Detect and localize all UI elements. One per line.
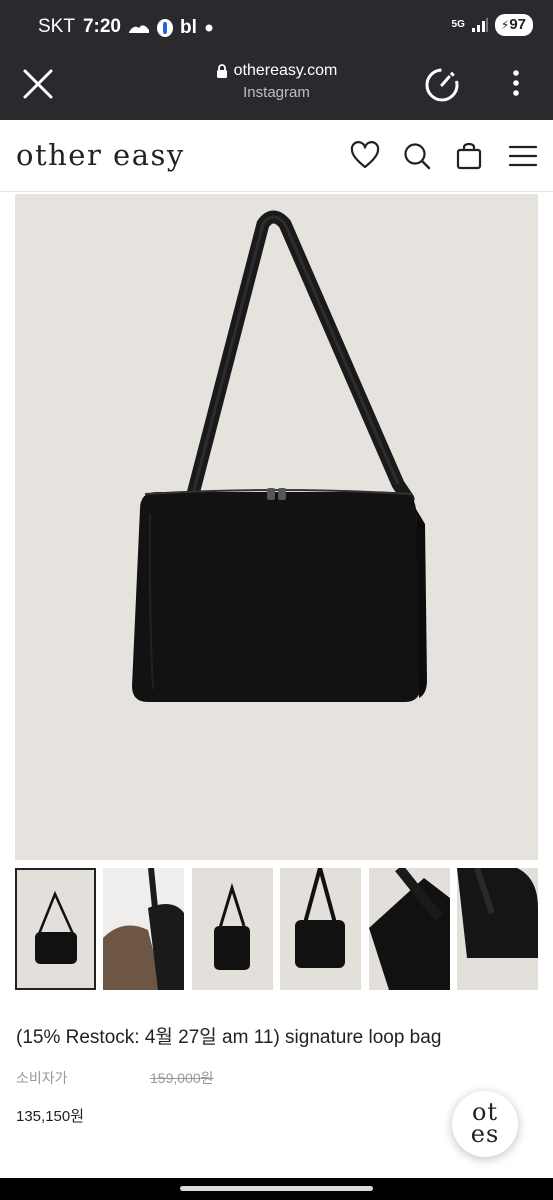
- battery-indicator: ⚡97: [494, 14, 533, 36]
- original-price: 159,000원: [150, 1070, 214, 1086]
- thumbnail-6[interactable]: [457, 868, 538, 990]
- lock-icon: [216, 63, 227, 78]
- status-bar: SKT 7:20 bl 5G ⚡97: [0, 0, 553, 48]
- wishlist-button[interactable]: [349, 140, 381, 172]
- sale-price: 135,150원: [16, 1108, 85, 1125]
- thumbnail-bag-angle: [295, 868, 345, 968]
- app-notification-icon: [129, 25, 149, 33]
- site-header: other easy: [0, 120, 553, 192]
- search-icon: [404, 143, 431, 170]
- more-options-button[interactable]: [502, 66, 530, 102]
- source-app-label: Instagram: [243, 84, 310, 101]
- url-text: othereasy.com: [233, 62, 338, 79]
- thumbnail-bag-corner: [457, 868, 538, 958]
- notification-icons: bl: [128, 17, 215, 39]
- product-main-image[interactable]: [15, 194, 538, 860]
- thumbnail-bag-front: [35, 890, 77, 964]
- fab-line-2: es: [470, 1120, 500, 1148]
- system-navigation-bar: [0, 1178, 553, 1200]
- network-type: 5G: [451, 19, 465, 30]
- thumbnail-bag-side: [214, 882, 250, 970]
- floating-brand-button[interactable]: ot es: [452, 1091, 518, 1157]
- signal-icon: [471, 18, 488, 32]
- close-button[interactable]: [18, 64, 58, 104]
- thumbnail-1[interactable]: [15, 868, 96, 990]
- close-icon: [23, 69, 53, 99]
- battery-level: 97: [509, 16, 526, 33]
- thumbnail-4[interactable]: [280, 868, 361, 990]
- heart-icon: [350, 141, 380, 169]
- status-right: 5G ⚡97: [452, 14, 533, 36]
- thumbnail-bag-closeup: [369, 868, 450, 990]
- thumbnail-3[interactable]: [192, 868, 273, 990]
- product-title: (15% Restock: 4월 27일 am 11) signature lo…: [16, 1027, 442, 1048]
- more-vertical-icon: [513, 70, 519, 96]
- browser-toolbar: othereasy.com Instagram: [0, 48, 553, 120]
- url-display[interactable]: othereasy.com Instagram: [160, 62, 393, 101]
- site-logo[interactable]: other easy: [16, 138, 185, 172]
- cart-button[interactable]: [453, 140, 485, 172]
- retail-price-label: 소비자가: [16, 1070, 68, 1086]
- speed-icon: [425, 68, 459, 102]
- carrier: SKT: [38, 16, 75, 37]
- bag-icon: [456, 142, 482, 170]
- thumbnail-bag-detail-brown: [103, 868, 184, 990]
- search-button[interactable]: [401, 140, 433, 172]
- thumbnail-gallery: [15, 868, 538, 990]
- speed-button[interactable]: [422, 64, 462, 104]
- home-gesture-handle[interactable]: [180, 1186, 373, 1191]
- clock: 7:20: [82, 16, 121, 37]
- thumbnail-2[interactable]: [103, 868, 184, 990]
- notification-text: bl: [180, 17, 197, 38]
- shoulder-bag-illustration: [132, 210, 427, 702]
- thumbnail-5[interactable]: [369, 868, 450, 990]
- dot-icon: [205, 24, 213, 32]
- status-left: SKT 7:20: [38, 16, 121, 38]
- hamburger-menu-icon: [508, 145, 538, 167]
- menu-button[interactable]: [507, 140, 539, 172]
- app-badge-icon: [157, 19, 173, 37]
